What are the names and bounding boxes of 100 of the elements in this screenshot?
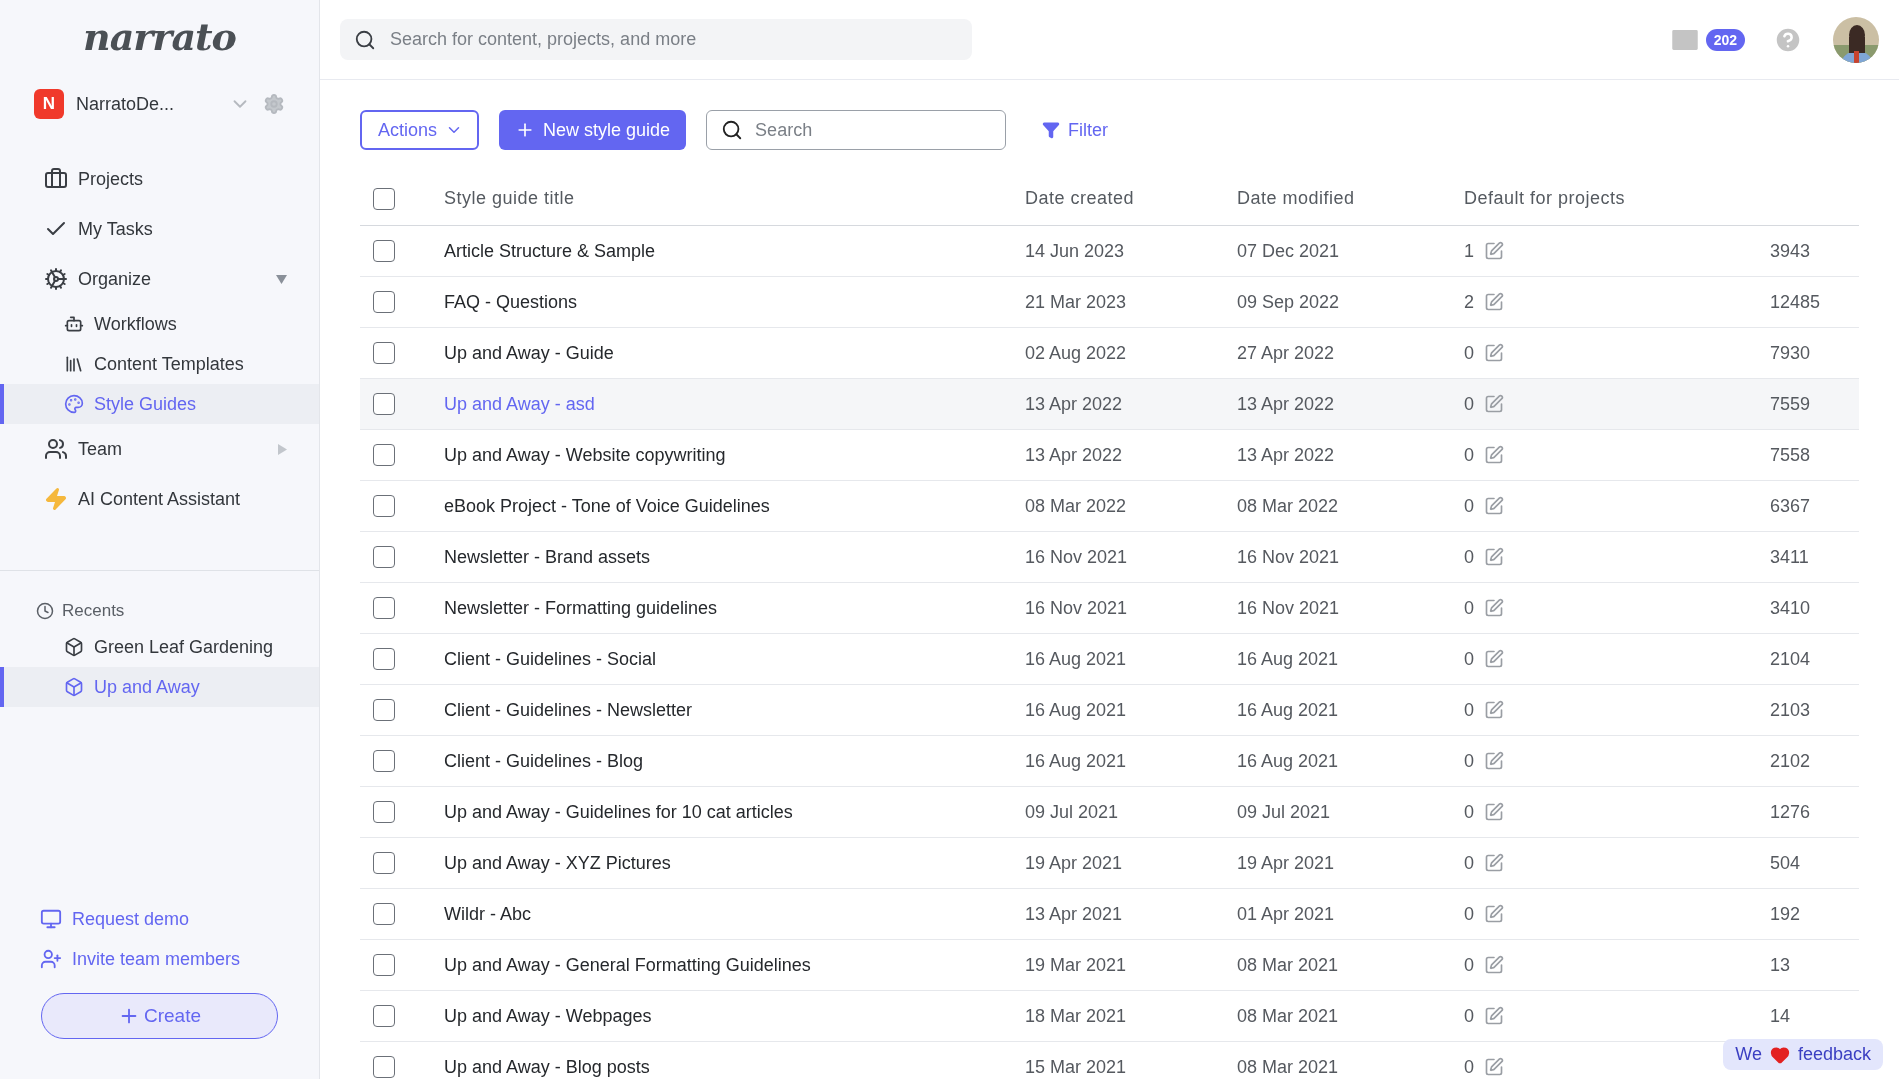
row-checkbox[interactable] [373,291,395,313]
title-link[interactable]: Article Structure & Sample [444,240,656,262]
row-checkbox[interactable] [373,1005,395,1027]
edit-icon[interactable] [1484,955,1504,975]
edit-icon[interactable] [1484,547,1504,567]
new-style-guide-button[interactable]: New style guide [499,110,687,150]
edit-icon[interactable] [1484,394,1504,414]
global-search-input[interactable]: Search for content, projects, and more [388,28,958,51]
feedback-button[interactable]: We feedback [1723,1039,1883,1070]
edit-icon[interactable] [1484,1057,1504,1077]
row-checkbox[interactable] [373,240,395,262]
table-cell: 13 [1770,954,1791,976]
nav-item[interactable]: My Tasks [0,204,319,254]
recent-item[interactable]: Up and Away [0,667,319,707]
table-cell: 16 Nov 2021 [1025,597,1128,619]
search-input[interactable]: Search [753,118,992,142]
row-checkbox[interactable] [373,852,395,874]
edit-icon[interactable] [1484,853,1504,873]
nav-subitem[interactable]: Workflows [0,304,319,344]
row-checkbox[interactable] [373,597,395,619]
user-plus-icon [40,948,62,970]
title-link[interactable]: Wildr - Abc [444,903,531,925]
row-checkbox[interactable] [373,903,395,925]
edit-icon[interactable] [1484,496,1504,516]
palette-icon [64,394,84,414]
nav-item[interactable]: Projects [0,154,319,204]
table-cell: 16 Aug 2021 [1237,750,1339,772]
search-field[interactable]: Search [706,110,1007,150]
search-icon [721,119,744,141]
table-cell: 19 Mar 2021 [1025,954,1127,976]
table-cell: 14 Jun 2023 [1025,240,1125,262]
title-link[interactable]: eBook Project - Tone of Voice Guidelines [444,495,770,517]
title-link[interactable]: Newsletter - Formatting guidelines [444,597,718,619]
nav-item[interactable]: AI Content Assistant [0,474,319,524]
row-checkbox[interactable] [373,342,395,364]
table-cell: 19 Apr 2021 [1025,852,1123,874]
caret-down-icon [276,274,287,284]
row-checkbox[interactable] [373,393,395,415]
title-link[interactable]: Up and Away - Blog posts [444,1056,650,1078]
title-link[interactable]: Client - Guidelines - Blog [444,750,644,772]
sidebar-link[interactable]: Invite team members [0,939,319,979]
row-checkbox[interactable] [373,750,395,772]
workspace-name[interactable]: NarratoDe... [76,93,217,115]
edit-icon[interactable] [1484,751,1504,771]
briefcase-icon [44,167,68,191]
table-cell: 504 [1770,852,1801,874]
edit-icon[interactable] [1484,802,1504,822]
title-link[interactable]: Client - Guidelines - Social [444,648,657,670]
nav-item[interactable]: Team [0,424,319,474]
edit-icon[interactable] [1484,292,1504,312]
edit-icon[interactable] [1484,343,1504,363]
title-link[interactable]: Client - Guidelines - Newsletter [444,699,693,721]
title-link[interactable]: FAQ - Questions [444,291,578,313]
title-link[interactable]: Up and Away - Guide [444,342,614,364]
clock-icon [36,602,54,620]
nav-subitem[interactable]: Style Guides [0,384,319,424]
row-checkbox[interactable] [373,444,395,466]
row-checkbox[interactable] [373,648,395,670]
nav-item[interactable]: Organize [0,254,319,304]
table-cell: 08 Mar 2022 [1025,495,1127,517]
nav-subitem[interactable]: Content Templates [0,344,319,384]
actions-button[interactable]: Actions [360,110,480,150]
global-search-field[interactable]: Search for content, projects, and more [340,19,972,60]
table-cell: 16 Aug 2021 [1025,750,1127,772]
row-checkbox[interactable] [373,495,395,517]
title-link[interactable]: Up and Away - Guidelines for 10 cat articles [444,801,793,823]
edit-icon[interactable] [1484,241,1504,261]
row-checkbox[interactable] [373,1056,395,1078]
edit-icon[interactable] [1484,1006,1504,1026]
title-link[interactable]: Up and Away - General Formatting Guidelines [444,954,811,976]
table-cell: 7558 [1770,444,1811,466]
settings-icon[interactable] [263,93,285,115]
column-header[interactable]: Style guide title [444,188,575,209]
sidebar-link[interactable]: Request demo [0,899,319,939]
title-link[interactable]: Newsletter - Brand assets [444,546,651,568]
title-link[interactable]: Up and Away - Webpages [444,1005,652,1027]
recent-item[interactable]: Green Leaf Gardening [0,627,319,667]
title-link[interactable]: Up and Away - Website copywriting [444,444,726,466]
column-header[interactable]: Default for projects [1464,188,1626,209]
select-all-checkbox[interactable] [373,187,395,210]
title-link[interactable]: Up and Away - XYZ Pictures [444,852,671,874]
edit-icon[interactable] [1484,598,1504,618]
row-checkbox[interactable] [373,699,395,721]
edit-icon[interactable] [1484,904,1504,924]
row-checkbox[interactable] [373,954,395,976]
column-header[interactable]: Date created [1025,188,1135,209]
table-cell: 0 [1464,648,1474,670]
table-cell: 16 Aug 2021 [1025,648,1127,670]
edit-icon[interactable] [1484,700,1504,720]
edit-icon[interactable] [1484,445,1504,465]
edit-icon[interactable] [1484,649,1504,669]
table-cell: 07 Dec 2021 [1237,240,1340,262]
title-link[interactable]: Up and Away - asd [444,393,595,415]
table-cell: 08 Mar 2021 [1237,1056,1339,1078]
table-cell: 13 Apr 2022 [1025,444,1123,466]
filter-button[interactable]: Filter [1036,118,1115,142]
column-header[interactable]: Date modified [1237,188,1355,209]
create-button[interactable]: Create [41,993,278,1039]
row-checkbox[interactable] [373,801,395,823]
row-checkbox[interactable] [373,546,395,568]
